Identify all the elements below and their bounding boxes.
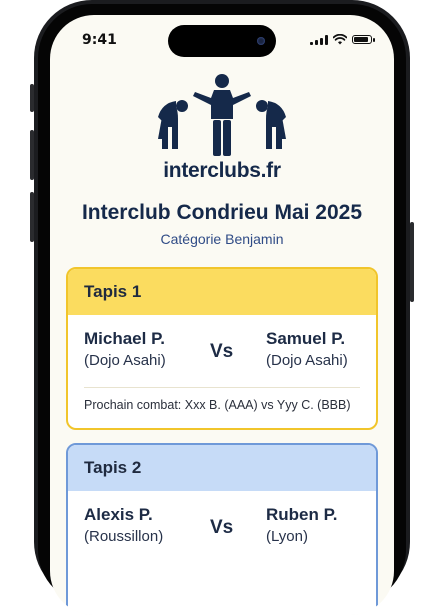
app-screen: 9:41 interclubs.fr Interclub Condrieu Ma… (50, 15, 394, 615)
event-title: Interclub Condrieu Mai 2025 (81, 201, 363, 224)
player-name: Alexis P. (84, 505, 153, 524)
status-icons (310, 34, 375, 45)
mat-header-1: Tapis 1 (68, 269, 376, 315)
mat-label: Tapis 1 (84, 282, 142, 301)
phone-silent-switch (30, 84, 34, 112)
phone-volume-up-button (30, 130, 34, 180)
versus-label: Vs (210, 341, 234, 362)
player-club: (Lyon) (266, 528, 308, 545)
versus-label: Vs (210, 517, 234, 538)
player-right: Samuel P. (Dojo Asahi) (266, 329, 348, 369)
player-right: Ruben P. (Lyon) (266, 505, 337, 545)
camera-icon (257, 37, 265, 45)
mat-label: Tapis 2 (84, 458, 142, 477)
logo-icon (158, 74, 286, 156)
battery-icon (352, 35, 375, 44)
cellular-signal-icon (310, 34, 328, 45)
phone-volume-down-button (30, 192, 34, 242)
status-time: 9:41 (82, 32, 117, 48)
current-match: Alexis P. (Roussillon) Vs Ruben P. (Lyon… (68, 491, 376, 563)
player-club: (Roussillon) (84, 528, 164, 545)
phone-power-button (410, 222, 414, 302)
current-match: Michael P. (Dojo Asahi) Vs Samuel P. (Do… (68, 315, 376, 387)
player-name: Michael P. (84, 329, 165, 348)
player-club: (Dojo Asahi) (266, 352, 348, 369)
mat-header-2: Tapis 2 (68, 445, 376, 491)
wifi-icon (333, 34, 347, 45)
player-name: Ruben P. (266, 505, 338, 524)
event-category: Catégorie Benjamin (160, 231, 284, 247)
player-name: Samuel P. (266, 329, 346, 348)
next-match-text: Prochain combat: Xxx B. (AAA) vs Yyy C. … (84, 387, 360, 412)
player-club: (Dojo Asahi) (84, 352, 166, 369)
mat-card-2[interactable]: Tapis 2 Alexis P. (Roussillon) Vs Ruben … (66, 443, 378, 615)
logo-text: interclubs.fr (163, 159, 281, 182)
player-left: Michael P. (Dojo Asahi) (84, 329, 166, 369)
player-left: Alexis P. (Roussillon) (84, 505, 163, 545)
mat-card-1[interactable]: Tapis 1 Michael P. (Dojo Asahi) Vs Samue… (66, 267, 378, 430)
dynamic-island (168, 25, 276, 57)
